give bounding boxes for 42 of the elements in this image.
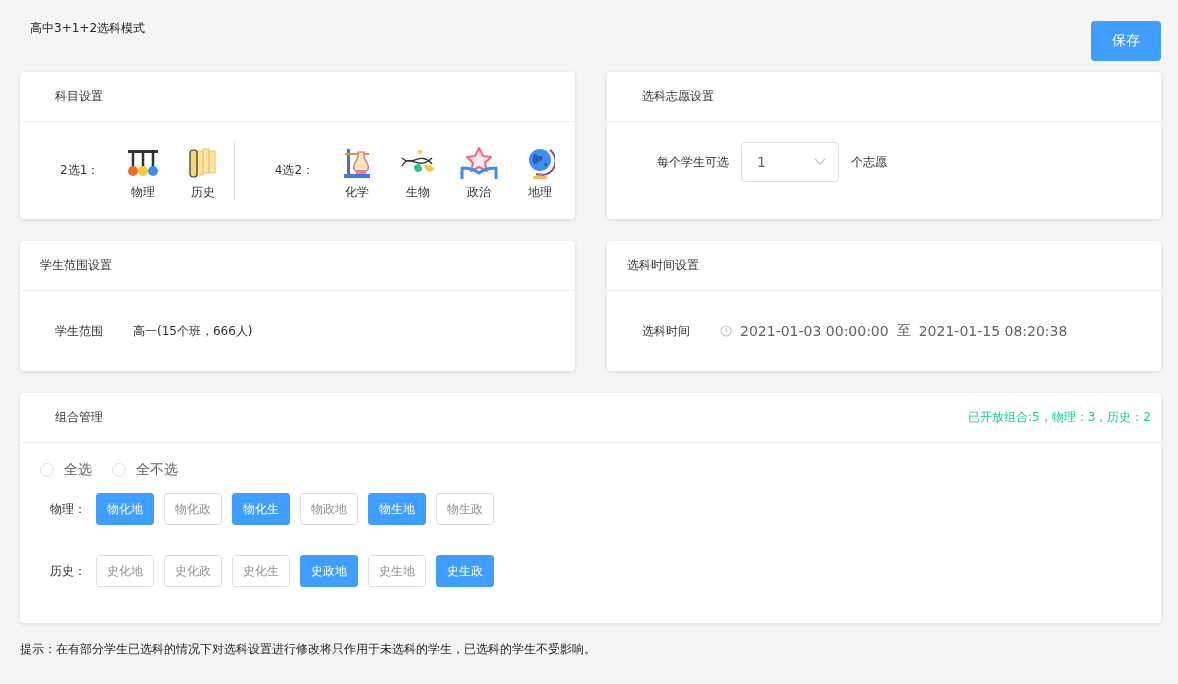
card-title: 选科志愿设置 <box>641 88 714 105</box>
combo-button[interactable]: 史化政 <box>164 555 222 587</box>
radio-label: 全不选 <box>136 461 178 479</box>
card-title: 科目设置 <box>54 88 103 105</box>
card-title: 学生范围设置 <box>40 257 112 274</box>
subject-label: 政治 <box>466 184 491 201</box>
row-label: 物理： <box>50 500 87 518</box>
field-value: 高一(15个班，666人) <box>133 322 253 340</box>
save-button[interactable]: 保存 <box>1091 21 1161 61</box>
subject-label: 物理 <box>130 184 155 201</box>
field-label: 学生范围 <box>55 322 103 340</box>
combo-button[interactable]: 史化生 <box>232 555 290 587</box>
select-field[interactable]: 1 <box>741 142 839 182</box>
range-separator: 至 <box>896 322 911 340</box>
radio-label: 全选 <box>64 461 92 479</box>
subject-label: 地理 <box>527 184 552 201</box>
card-title: 选科时间设置 <box>627 257 699 274</box>
combo-button[interactable]: 史政地 <box>300 555 358 587</box>
field-label: 选科时间 <box>642 322 690 340</box>
group-label: 4选2： <box>274 162 315 179</box>
subject-label: 历史 <box>191 184 216 201</box>
group-label: 2选1： <box>60 162 100 179</box>
combo-summary: 已开放组合:5，物理：3，历史：2 <box>968 409 1151 426</box>
subject-label: 化学 <box>345 184 370 201</box>
combo-button[interactable]: 物化政 <box>164 493 222 525</box>
combo-button[interactable]: 物生政 <box>436 493 494 525</box>
page-title: 高中3+1+2选科模式 <box>30 20 145 37</box>
subject-label: 生物 <box>406 184 431 201</box>
card-title: 组合管理 <box>54 409 103 426</box>
combo-button[interactable]: 物政地 <box>300 493 358 525</box>
end-time[interactable]: 2021-01-15 08:20:38 <box>918 323 1068 339</box>
combo-button[interactable]: 史生政 <box>436 555 494 587</box>
combo-button[interactable]: 物生地 <box>368 493 426 525</box>
hint-text: 提示：在有部分学生已选科的情况下对选科设置进行修改将只作用于未选科的学生，已选科的学生不受影响。 <box>20 641 597 658</box>
field-label: 每个学生可选 <box>657 153 729 171</box>
start-time[interactable]: 2021-01-03 00:00:00 <box>740 323 889 339</box>
combo-button[interactable]: 史生地 <box>368 555 426 587</box>
combo-button[interactable]: 物化地 <box>96 493 154 525</box>
combo-button[interactable]: 史化地 <box>96 555 154 587</box>
row-label: 历史： <box>50 562 87 580</box>
combo-button[interactable]: 物化生 <box>232 493 290 525</box>
field-suffix: 个志愿 <box>851 153 887 171</box>
